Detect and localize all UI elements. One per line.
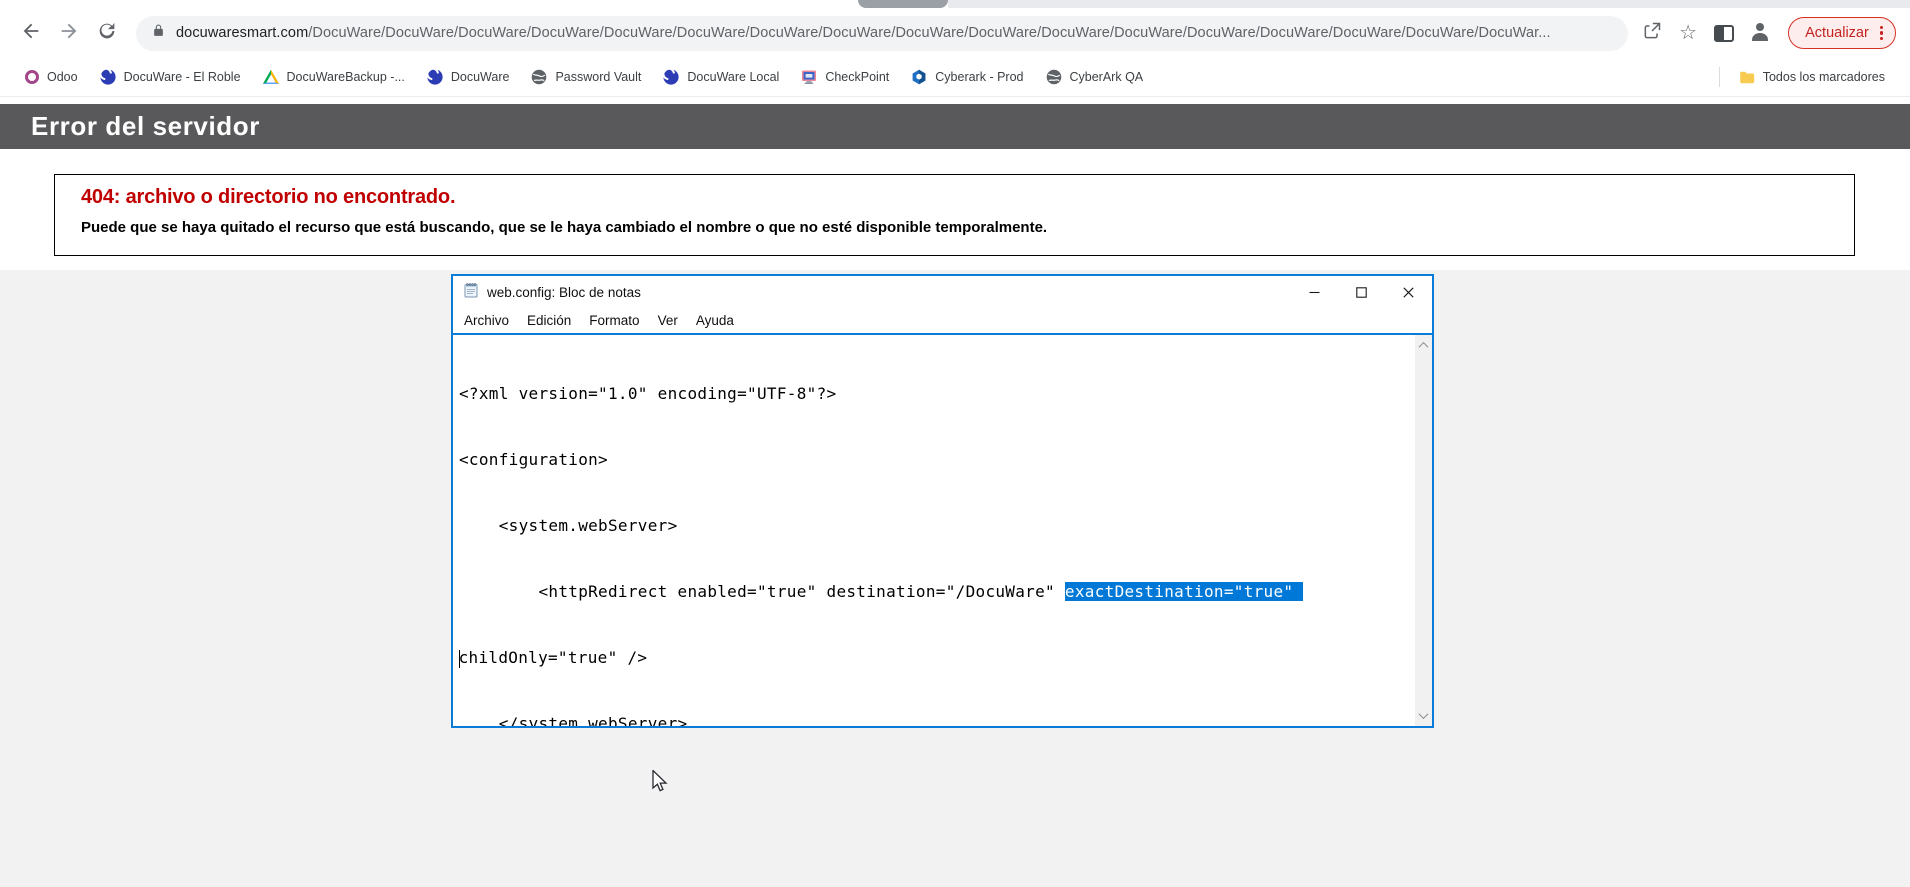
bookmark-odoo[interactable]: Odoo	[16, 66, 87, 88]
code-line: </system.webServer>	[459, 713, 1408, 726]
bookmark-cyberark-qa[interactable]: CyberArk QA	[1037, 65, 1153, 89]
notepad-icon	[463, 282, 479, 303]
code-line: childOnly="true" />	[459, 647, 1408, 669]
folder-icon	[1739, 69, 1755, 85]
all-bookmarks-button[interactable]: Todos los marcadores	[1730, 65, 1894, 89]
update-button-label: Actualizar	[1805, 25, 1869, 41]
chevron-down-icon	[1419, 709, 1429, 719]
back-icon	[20, 20, 42, 47]
selected-text: exactDestination="true"	[1065, 582, 1303, 601]
side-panel-button[interactable]	[1706, 15, 1742, 51]
browser-menu-kebab-icon[interactable]	[1878, 24, 1885, 43]
browser-chrome: docuwaresmart.com/DocuWare/DocuWare/Docu…	[0, 0, 1910, 97]
tab-strip	[0, 0, 1910, 8]
url-path: /DocuWare/DocuWare/DocuWare/DocuWare/Doc…	[308, 25, 1550, 41]
bookmarks-bar: Odoo DocuWare - El Roble DocuWareBackup …	[0, 58, 1910, 96]
browser-toolbar: docuwaresmart.com/DocuWare/DocuWare/Docu…	[0, 8, 1910, 58]
maximize-icon	[1356, 287, 1367, 298]
bookmarks-right-group: Todos los marcadores	[1719, 65, 1894, 89]
menu-archivo[interactable]: Archivo	[455, 313, 518, 328]
bookmark-docuware-local[interactable]: DocuWare Local	[654, 65, 788, 89]
bookmark-docuware[interactable]: DocuWare	[418, 65, 519, 89]
window-controls	[1291, 276, 1432, 308]
notepad-window: web.config: Bloc de notas Archivo Edició…	[451, 274, 1434, 728]
tab-fragment[interactable]	[858, 0, 948, 8]
bookmark-cyberark-prod[interactable]: Cyberark - Prod	[902, 65, 1032, 89]
lock-icon[interactable]	[152, 23, 165, 43]
error-message: Puede que se haya quitado el recurso que…	[81, 219, 1844, 236]
error-box: 404: archivo o directorio no encontrado.…	[54, 174, 1855, 256]
reload-icon	[96, 20, 118, 47]
page-title: Error del servidor	[0, 104, 1910, 149]
code-text: childOnly="true" />	[459, 648, 648, 667]
all-bookmarks-label: Todos los marcadores	[1763, 70, 1885, 84]
bookmark-label: CheckPoint	[825, 70, 889, 84]
minimize-button[interactable]	[1291, 276, 1338, 308]
url-text: docuwaresmart.com/DocuWare/DocuWare/Docu…	[176, 25, 1551, 41]
code-line: <configuration>	[459, 449, 1408, 471]
minimize-icon	[1309, 287, 1320, 298]
web-page: Error del servidor 404: archivo o direct…	[0, 97, 1910, 887]
profile-button[interactable]	[1742, 15, 1778, 51]
menu-ver[interactable]: Ver	[649, 313, 687, 328]
update-browser-button[interactable]: Actualizar	[1788, 17, 1896, 49]
error-title: 404: archivo o directorio no encontrado.	[81, 186, 1844, 209]
bookmarks-divider	[1719, 67, 1720, 87]
notepad-menubar: Archivo Edición Formato Ver Ayuda	[453, 308, 1432, 333]
docuware-icon	[663, 69, 679, 85]
checkpoint-icon	[801, 69, 817, 85]
bookmark-label: Password Vault	[555, 70, 641, 84]
side-panel-icon	[1714, 25, 1734, 42]
menu-ayuda[interactable]: Ayuda	[687, 313, 743, 328]
bookmark-label: CyberArk QA	[1070, 70, 1144, 84]
bookmark-docuwarebackup[interactable]: DocuWareBackup -...	[254, 65, 414, 89]
globe-icon	[531, 69, 547, 85]
bookmark-docuware-el-roble[interactable]: DocuWare - El Roble	[91, 65, 250, 89]
bookmark-label: DocuWare	[451, 70, 510, 84]
reload-button[interactable]	[88, 14, 126, 52]
maximize-button[interactable]	[1338, 276, 1385, 308]
bookmark-checkpoint[interactable]: CheckPoint	[792, 65, 898, 89]
bookmark-password-vault[interactable]: Password Vault	[522, 65, 650, 89]
address-bar[interactable]: docuwaresmart.com/DocuWare/DocuWare/Docu…	[136, 16, 1628, 51]
mouse-cursor-icon	[652, 770, 674, 799]
scroll-up-button[interactable]	[1415, 337, 1432, 354]
tab-strip-background	[948, 0, 1910, 8]
url-domain: docuwaresmart.com	[176, 25, 308, 41]
share-icon	[1642, 21, 1662, 46]
odoo-icon	[25, 70, 39, 84]
docuware-icon	[100, 69, 116, 85]
share-button[interactable]	[1634, 15, 1670, 51]
globe-icon	[1046, 69, 1062, 85]
menu-formato[interactable]: Formato	[580, 313, 648, 328]
forward-button[interactable]	[50, 14, 88, 52]
notepad-scrollbar[interactable]	[1415, 335, 1432, 726]
cyberark-icon	[911, 69, 927, 85]
close-icon	[1403, 287, 1414, 298]
notepad-titlebar[interactable]: web.config: Bloc de notas	[453, 276, 1432, 308]
notepad-window-title: web.config: Bloc de notas	[487, 285, 641, 300]
back-button[interactable]	[12, 14, 50, 52]
scroll-down-button[interactable]	[1415, 707, 1432, 724]
code-line: <?xml version="1.0" encoding="UTF-8"?>	[459, 383, 1408, 405]
screen: docuwaresmart.com/DocuWare/DocuWare/Docu…	[0, 0, 1910, 887]
google-drive-icon	[263, 69, 279, 85]
bookmark-star-button[interactable]: ☆	[1670, 15, 1706, 51]
code-line: <httpRedirect enabled="true" destination…	[459, 581, 1408, 603]
chevron-up-icon	[1419, 342, 1429, 352]
menu-edicion[interactable]: Edición	[518, 313, 580, 328]
docuware-icon	[427, 69, 443, 85]
star-icon: ☆	[1679, 23, 1697, 43]
notepad-text-area[interactable]: <?xml version="1.0" encoding="UTF-8"?> <…	[453, 333, 1432, 726]
code-text: <httpRedirect enabled="true" destination…	[459, 582, 1065, 601]
profile-avatar-icon	[1748, 19, 1772, 48]
bookmark-label: DocuWare Local	[687, 70, 779, 84]
bookmark-label: DocuWare - El Roble	[124, 70, 241, 84]
bookmark-label: DocuWareBackup -...	[287, 70, 405, 84]
bookmark-label: Odoo	[47, 70, 78, 84]
code-line: <system.webServer>	[459, 515, 1408, 537]
forward-icon	[58, 20, 80, 47]
close-button[interactable]	[1385, 276, 1432, 308]
bookmark-label: Cyberark - Prod	[935, 70, 1023, 84]
